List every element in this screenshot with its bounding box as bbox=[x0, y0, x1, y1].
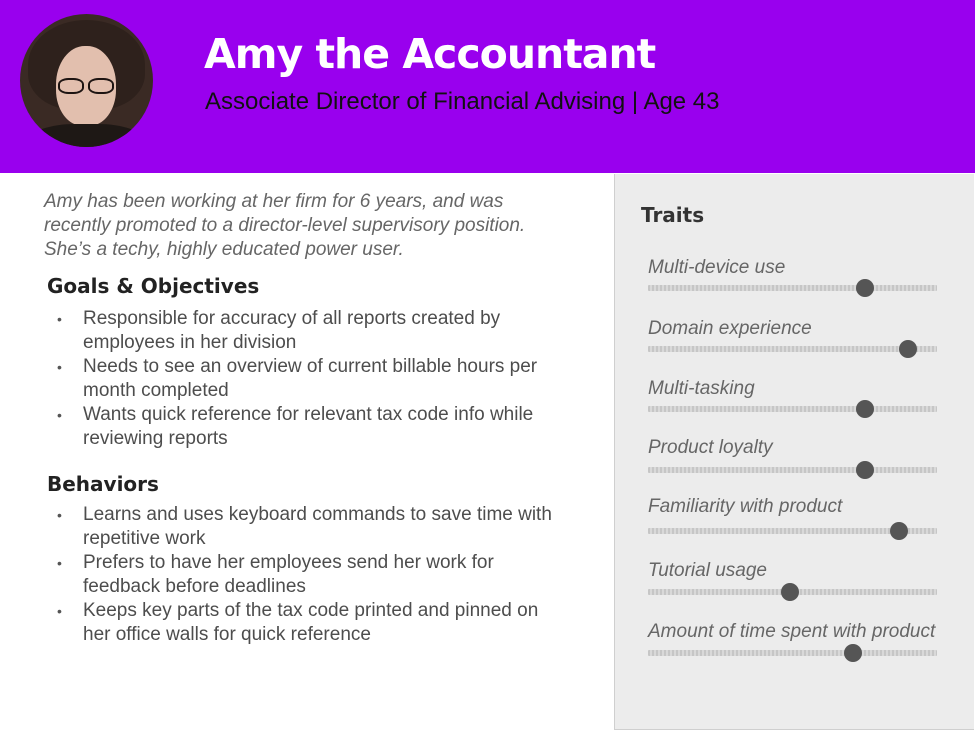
persona-role: Associate Director of Financial Advising bbox=[205, 88, 625, 115]
trait-slider-knob[interactable] bbox=[856, 400, 874, 418]
trait-slider-track bbox=[648, 285, 937, 291]
trait-slider-knob[interactable] bbox=[856, 461, 874, 479]
trait-slider-track bbox=[648, 406, 937, 412]
trait-slider-knob[interactable] bbox=[781, 583, 799, 601]
trait-label: Tutorial usage bbox=[648, 560, 767, 582]
trait-slider-track bbox=[648, 346, 937, 352]
trait-label: Multi-device use bbox=[648, 257, 785, 279]
trait-slider-knob[interactable] bbox=[856, 279, 874, 297]
trait-slider-track bbox=[648, 650, 937, 656]
trait-slider-track bbox=[648, 467, 937, 473]
avatar bbox=[20, 14, 153, 147]
goals-list: Responsible for accuracy of all reports … bbox=[55, 307, 555, 451]
list-item: Wants quick reference for relevant tax c… bbox=[55, 403, 555, 451]
trait-label: Domain experience bbox=[648, 318, 812, 340]
trait-slider-track bbox=[648, 589, 937, 595]
trait-label: Product loyalty bbox=[648, 437, 773, 459]
subtitle-separator: | bbox=[632, 88, 638, 115]
trait-slider-track bbox=[648, 528, 937, 534]
behaviors-title: Behaviors bbox=[47, 472, 159, 496]
list-item: Prefers to have her employees send her w… bbox=[55, 551, 555, 599]
traits-title: Traits bbox=[641, 203, 704, 227]
behaviors-list: Learns and uses keyboard commands to sav… bbox=[55, 503, 555, 647]
list-item: Needs to see an overview of current bill… bbox=[55, 355, 555, 403]
persona-header: Amy the Accountant Associate Director of… bbox=[0, 0, 975, 173]
persona-intro: Amy has been working at her firm for 6 y… bbox=[44, 190, 554, 262]
trait-label: Amount of time spent with product bbox=[648, 621, 935, 643]
persona-subtitle: Associate Director of Financial Advising… bbox=[205, 88, 720, 116]
trait-label: Familiarity with product bbox=[648, 496, 842, 518]
persona-name: Amy the Accountant bbox=[204, 30, 655, 78]
list-item: Responsible for accuracy of all reports … bbox=[55, 307, 555, 355]
trait-slider-knob[interactable] bbox=[899, 340, 917, 358]
persona-age: Age 43 bbox=[643, 88, 719, 115]
list-item: Keeps key parts of the tax code printed … bbox=[55, 599, 555, 647]
list-item: Learns and uses keyboard commands to sav… bbox=[55, 503, 555, 551]
trait-label: Multi-tasking bbox=[648, 378, 755, 400]
goals-title: Goals & Objectives bbox=[47, 274, 259, 298]
